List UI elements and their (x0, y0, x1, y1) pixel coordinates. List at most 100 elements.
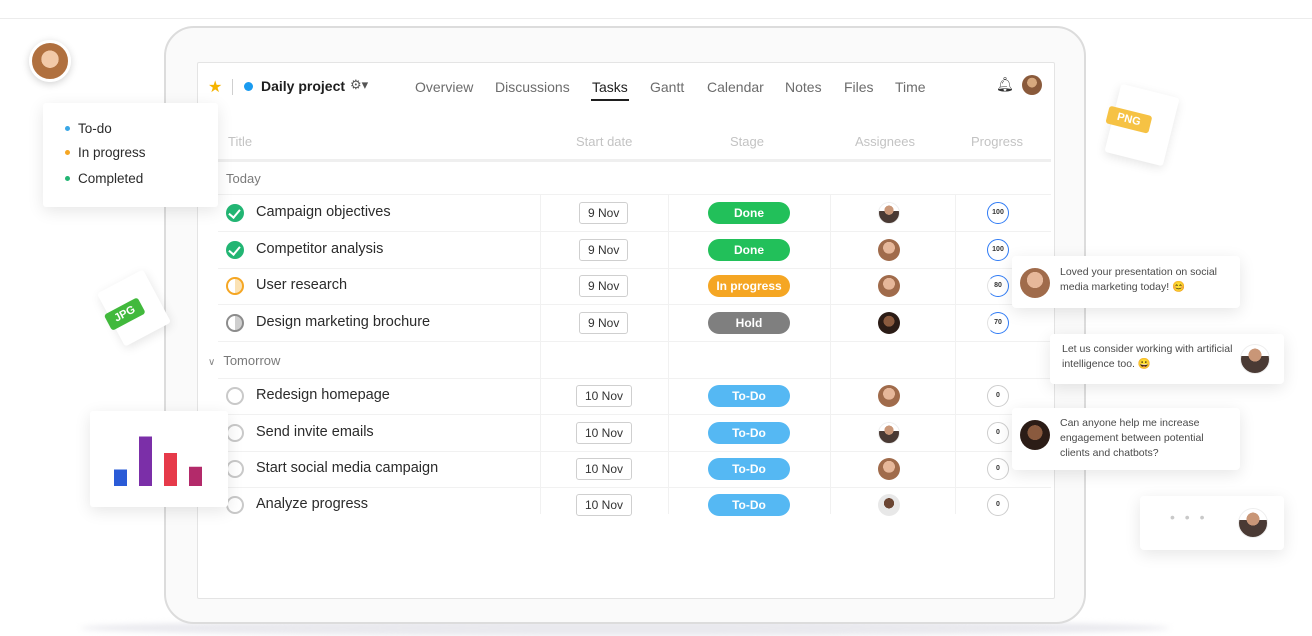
legend-item-completed: Completed (65, 171, 143, 186)
on-hold-status-icon[interactable] (226, 314, 244, 332)
todo-status-icon[interactable] (226, 496, 244, 514)
stage-badge[interactable]: Done (708, 239, 790, 261)
task-title[interactable]: Competitor analysis (256, 241, 383, 257)
bell-icon[interactable]: 🔔︎ (996, 76, 1014, 93)
table-row[interactable]: Competitor analysis 9 Nov Done 100 (198, 232, 1054, 268)
column-header-stage[interactable]: Stage (730, 134, 764, 149)
in-progress-status-icon[interactable] (226, 277, 244, 295)
group-label: Tomorrow (223, 353, 281, 368)
start-date-chip[interactable]: 9 Nov (579, 202, 629, 224)
progress-indicator: 100 (987, 202, 1009, 224)
chevron-down-icon[interactable]: ∨ (208, 357, 215, 368)
completed-check-icon[interactable] (226, 241, 244, 259)
stage-badge[interactable]: To-Do (708, 458, 790, 480)
chat-bubble: Loved your presentation on social media … (1012, 256, 1240, 308)
tab-tasks[interactable]: Tasks (592, 79, 628, 95)
chat-message: Can anyone help me increase engagement b… (1060, 417, 1204, 459)
tab-notes[interactable]: Notes (785, 79, 822, 95)
start-date-chip[interactable]: 10 Nov (576, 494, 633, 516)
column-header-assignees[interactable]: Assignees (855, 134, 915, 149)
start-date-chip[interactable]: 10 Nov (576, 458, 633, 480)
header-divider (218, 159, 1051, 162)
star-icon[interactable]: ★ (208, 77, 222, 97)
file-type-tag: PNG (1105, 105, 1153, 134)
task-title[interactable]: Analyze progress (256, 496, 368, 512)
chat-avatar (1020, 420, 1050, 450)
project-nav: ★ Daily project ⚙▾ Overview Discussions … (198, 63, 1054, 109)
table-row[interactable]: User research 9 Nov In progress 80 (198, 268, 1054, 304)
task-title[interactable]: Redesign homepage (256, 387, 390, 403)
bar-2 (139, 436, 152, 486)
nav-separator (232, 79, 233, 95)
todo-status-icon[interactable] (226, 424, 244, 442)
todo-status-icon[interactable] (226, 387, 244, 405)
stage-badge[interactable]: Done (708, 202, 790, 224)
legend-dot (65, 125, 70, 131)
start-date-chip[interactable]: 9 Nov (579, 312, 629, 334)
column-header-progress[interactable]: Progress (971, 134, 1023, 149)
task-title[interactable]: Campaign objectives (256, 204, 391, 220)
assignee-avatar[interactable] (878, 239, 900, 261)
start-date-chip[interactable]: 9 Nov (579, 275, 629, 297)
top-divider (0, 18, 1312, 19)
assignee-avatar[interactable] (878, 385, 900, 407)
bar-1 (114, 469, 127, 486)
tab-files[interactable]: Files (844, 79, 874, 95)
table-row[interactable]: Campaign objectives 9 Nov Done 100 (198, 195, 1054, 231)
typing-indicator-bubble: • • • (1140, 496, 1284, 550)
legend-label: To-do (78, 121, 112, 136)
start-date-chip[interactable]: 10 Nov (576, 422, 633, 444)
app-screen: ★ Daily project ⚙▾ Overview Discussions … (197, 62, 1055, 599)
table-row[interactable]: Analyze progress 10 Nov To-Do 0 (198, 487, 1054, 523)
assignee-avatar[interactable] (878, 202, 900, 224)
chat-bubble: Can anyone help me increase engagement b… (1012, 408, 1240, 470)
assignee-avatar[interactable] (878, 312, 900, 334)
legend-label: In progress (78, 145, 146, 160)
task-title[interactable]: Start social media campaign (256, 460, 438, 476)
gear-icon[interactable]: ⚙▾ (350, 77, 368, 93)
table-row[interactable]: Send invite emails 10 Nov To-Do 0 (198, 415, 1054, 451)
assignee-avatar[interactable] (878, 275, 900, 297)
column-header-start-date[interactable]: Start date (576, 134, 632, 149)
task-title[interactable]: User research (256, 277, 347, 293)
progress-indicator: 0 (987, 385, 1009, 407)
tab-time[interactable]: Time (895, 79, 926, 95)
bar-3 (164, 453, 177, 486)
progress-indicator: 70 (987, 312, 1009, 334)
task-title[interactable]: Design marketing brochure (256, 314, 430, 330)
stage-badge[interactable]: To-Do (708, 422, 790, 444)
file-type-tag: JPG (103, 297, 146, 331)
progress-indicator: 0 (987, 494, 1009, 516)
start-date-chip[interactable]: 10 Nov (576, 385, 633, 407)
group-header-today[interactable]: Today (226, 171, 261, 186)
table-row[interactable]: Design marketing brochure 9 Nov Hold 70 (198, 305, 1054, 341)
row-divider (218, 341, 1051, 342)
group-header-tomorrow[interactable]: ∨ Tomorrow (208, 353, 280, 368)
stage-badge[interactable]: In progress (708, 275, 790, 297)
chat-message: Let us consider working with artificial … (1062, 343, 1233, 370)
profile-avatar (29, 40, 71, 82)
stage-badge[interactable]: To-Do (708, 385, 790, 407)
tab-calendar[interactable]: Calendar (707, 79, 764, 95)
tab-discussions[interactable]: Discussions (495, 79, 570, 95)
progress-indicator: 100 (987, 239, 1009, 261)
typing-dots: • • • (1170, 509, 1208, 525)
task-title[interactable]: Send invite emails (256, 424, 374, 440)
todo-status-icon[interactable] (226, 460, 244, 478)
table-row[interactable]: Start social media campaign 10 Nov To-Do… (198, 451, 1054, 487)
column-header-title[interactable]: Title (228, 134, 252, 149)
assignee-avatar[interactable] (878, 494, 900, 516)
tab-overview[interactable]: Overview (415, 79, 473, 95)
table-row[interactable]: Redesign homepage 10 Nov To-Do 0 (198, 378, 1054, 414)
assignee-avatar[interactable] (878, 422, 900, 444)
stage-badge[interactable]: To-Do (708, 494, 790, 516)
active-tab-indicator (591, 99, 629, 101)
stage-badge[interactable]: Hold (708, 312, 790, 334)
completed-check-icon[interactable] (226, 204, 244, 222)
chat-avatar (1020, 268, 1050, 298)
start-date-chip[interactable]: 9 Nov (579, 239, 629, 261)
tab-gantt[interactable]: Gantt (650, 79, 684, 95)
assignee-avatar[interactable] (878, 458, 900, 480)
user-avatar[interactable] (1022, 75, 1042, 95)
project-title[interactable]: Daily project (261, 78, 345, 94)
